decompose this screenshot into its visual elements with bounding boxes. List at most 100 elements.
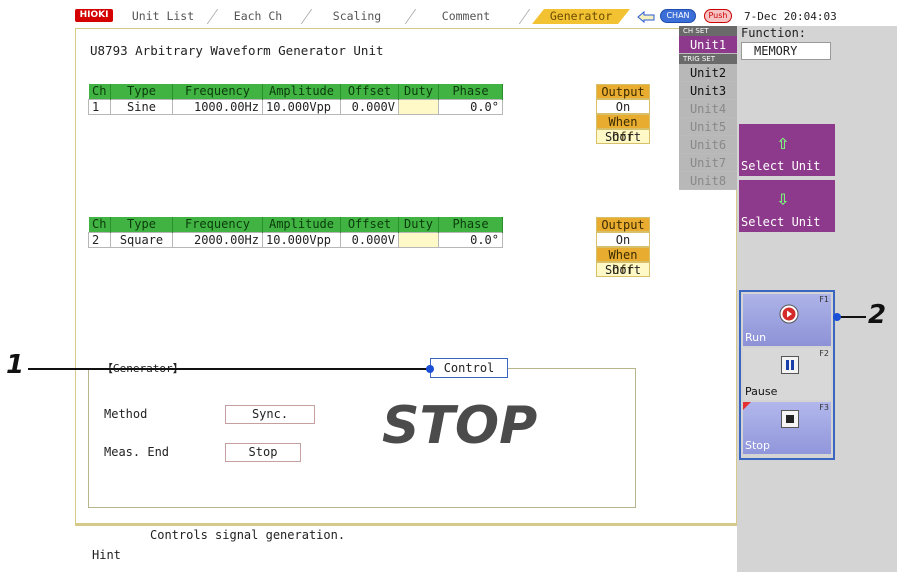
- unit-item-8[interactable]: Unit8: [679, 172, 737, 190]
- method-label: Method: [104, 407, 148, 421]
- type-cell[interactable]: Square: [110, 231, 173, 248]
- function-keys: F1 Run F2 Pause F3 Stop: [739, 290, 835, 460]
- frequency-cell[interactable]: 1000.00Hz: [172, 98, 263, 115]
- output-value[interactable]: On: [596, 99, 650, 114]
- tab-unit-list[interactable]: Unit List: [118, 9, 208, 24]
- arrow-up-icon: ⇧: [777, 130, 790, 154]
- phase-cell[interactable]: 0.0°: [438, 98, 503, 115]
- tab-divider: [518, 9, 531, 24]
- f2-number: F2: [819, 349, 829, 358]
- chan-button[interactable]: CHAN: [660, 9, 696, 23]
- meas-end-field[interactable]: Stop: [225, 443, 301, 462]
- type-cell[interactable]: Sine: [110, 98, 173, 115]
- tab-each-ch[interactable]: Each Ch: [218, 9, 298, 24]
- output-label: Output: [596, 84, 650, 99]
- col-frequency: Frequency: [172, 217, 263, 232]
- col-type: Type: [110, 84, 173, 99]
- pause-button[interactable]: F2 Pause: [743, 348, 831, 400]
- tab-divider: [300, 9, 313, 24]
- meas-end-label: Meas. End: [104, 445, 170, 459]
- select-unit-label: Select Unit: [741, 159, 821, 173]
- run-label: Run: [745, 331, 767, 344]
- when-off-value[interactable]: Short: [596, 129, 650, 144]
- return-arrow-icon: [637, 10, 655, 24]
- control-frame: [88, 368, 636, 508]
- offset-cell[interactable]: 0.000V: [340, 98, 399, 115]
- amplitude-cell[interactable]: 10.000Vpp: [262, 98, 341, 115]
- stop-button[interactable]: F3 Stop: [743, 402, 831, 454]
- when-off-label: When Off: [596, 114, 650, 144]
- table-row: 2 Square 2000.00Hz 10.000Vpp 0.000V 0.0°: [88, 231, 503, 248]
- pause-icon: [781, 356, 799, 374]
- select-unit-down-button[interactable]: ⇩ Select Unit: [739, 180, 835, 232]
- push-button[interactable]: Push: [704, 9, 732, 23]
- select-unit-up-button[interactable]: ⇧ Select Unit: [739, 124, 835, 176]
- stop-label: Stop: [745, 439, 771, 452]
- output-value[interactable]: On: [596, 232, 650, 247]
- tab-generator[interactable]: Generator: [532, 9, 630, 24]
- tab-scaling[interactable]: Scaling: [312, 9, 402, 24]
- page-title: U8793 Arbitrary Waveform Generator Unit: [90, 43, 384, 58]
- col-amplitude: Amplitude: [262, 217, 341, 232]
- tab-divider: [206, 9, 219, 24]
- hint-label: Hint: [92, 548, 121, 562]
- pause-label: Pause: [745, 385, 778, 398]
- duty-cell[interactable]: [398, 231, 439, 248]
- select-unit-label: Select Unit: [741, 215, 821, 229]
- col-ch: Ch: [88, 217, 111, 232]
- trigset-label: TRIG SET: [679, 54, 737, 64]
- unit-item-6[interactable]: Unit6: [679, 136, 737, 154]
- unit-item-1[interactable]: Unit1: [679, 36, 737, 54]
- when-off-value[interactable]: Short: [596, 262, 650, 277]
- unit-item-4[interactable]: Unit4: [679, 100, 737, 118]
- callout-dot-2: [833, 313, 841, 321]
- col-amplitude: Amplitude: [262, 84, 341, 99]
- col-offset: Offset: [340, 84, 399, 99]
- col-duty: Duty: [398, 217, 439, 232]
- offset-cell[interactable]: 0.000V: [340, 231, 399, 248]
- col-frequency: Frequency: [172, 84, 263, 99]
- corner-mark-icon: [743, 402, 751, 410]
- amplitude-cell[interactable]: 10.000Vpp: [262, 231, 341, 248]
- duty-cell[interactable]: [398, 98, 439, 115]
- status-stop: STOP: [382, 396, 538, 456]
- method-field[interactable]: Sync.: [225, 405, 315, 424]
- callout-line-1: [28, 368, 428, 370]
- channel-1-table: Ch Type Frequency Amplitude Offset Duty …: [88, 84, 503, 115]
- col-type: Type: [110, 217, 173, 232]
- col-phase: Phase: [438, 84, 503, 99]
- phase-cell[interactable]: 0.0°: [438, 231, 503, 248]
- callout-number-2: 2: [868, 300, 887, 330]
- col-phase: Phase: [438, 217, 503, 232]
- tab-divider: [404, 9, 417, 24]
- when-off-label: When Off: [596, 247, 650, 277]
- chset-label: CH SET: [679, 26, 737, 36]
- callout-dot-1: [426, 365, 434, 373]
- unit-item-5[interactable]: Unit5: [679, 118, 737, 136]
- arrow-down-icon: ⇩: [777, 186, 790, 210]
- frequency-cell[interactable]: 2000.00Hz: [172, 231, 263, 248]
- unit-item-7[interactable]: Unit7: [679, 154, 737, 172]
- function-value[interactable]: MEMORY: [741, 42, 831, 60]
- function-label: Function:: [741, 26, 807, 40]
- col-offset: Offset: [340, 217, 399, 232]
- tab-comment[interactable]: Comment: [416, 9, 516, 24]
- hioki-logo: HIOKI: [75, 9, 113, 22]
- col-ch: Ch: [88, 84, 111, 99]
- control-button[interactable]: Control: [430, 358, 508, 378]
- unit-item-2[interactable]: Unit2: [679, 64, 737, 82]
- output-box-ch1: Output On When Off Short: [596, 84, 650, 144]
- f3-number: F3: [819, 403, 829, 412]
- ch-number: 2: [88, 231, 111, 248]
- hint-text: Controls signal generation.: [150, 528, 346, 542]
- unit-list: CH SET Unit1 TRIG SET Unit2 Unit3 Unit4 …: [679, 26, 737, 190]
- output-box-ch2: Output On When Off Short: [596, 217, 650, 277]
- unit-item-3[interactable]: Unit3: [679, 82, 737, 100]
- callout-number-1: 1: [6, 350, 25, 380]
- table-row: 1 Sine 1000.00Hz 10.000Vpp 0.000V 0.0°: [88, 98, 503, 115]
- datetime: 7-Dec 20:04:03: [744, 10, 837, 23]
- stop-icon: [781, 410, 799, 428]
- ch-number: 1: [88, 98, 111, 115]
- channel-2-table: Ch Type Frequency Amplitude Offset Duty …: [88, 217, 503, 248]
- run-button[interactable]: F1 Run: [743, 294, 831, 346]
